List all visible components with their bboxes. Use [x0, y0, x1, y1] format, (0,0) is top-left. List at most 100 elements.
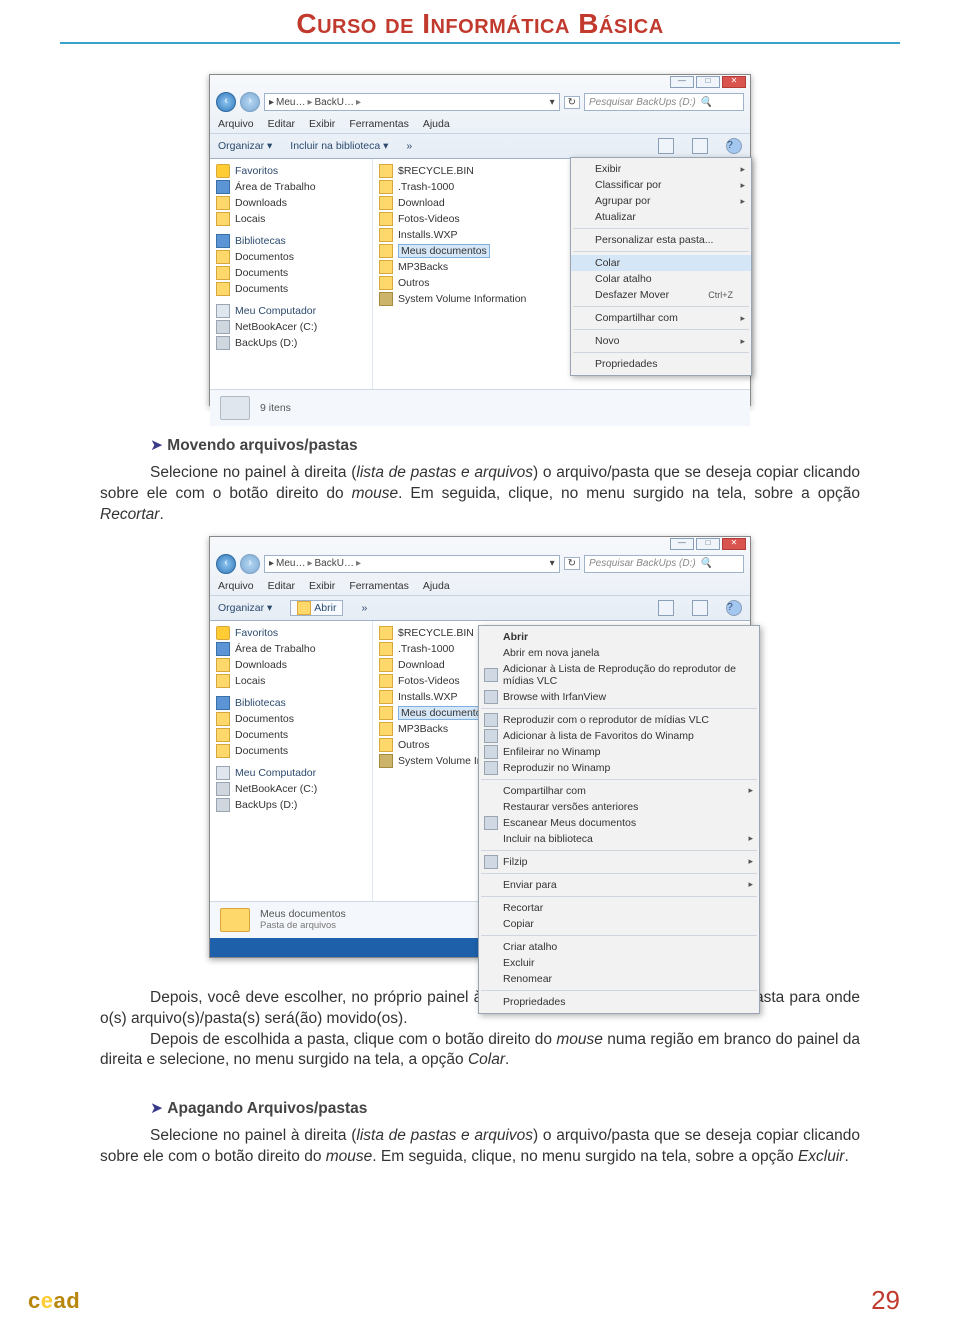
search-input[interactable]: Pesquisar BackUps (D:)🔍 [584, 555, 744, 573]
context-menu-item[interactable]: Propriedades [571, 356, 751, 372]
dropdown-icon[interactable]: ▾ [550, 97, 555, 108]
sidebar-item[interactable]: Documents [235, 283, 288, 295]
sidebar-computer-hdr[interactable]: Meu Computador [235, 767, 316, 779]
context-menu-item[interactable]: Renomear [479, 971, 759, 987]
sidebar-item[interactable]: Downloads [235, 197, 287, 209]
context-menu-item[interactable]: Abrir em nova janela [479, 645, 759, 661]
help-icon[interactable]: ? [726, 600, 742, 616]
organize-button[interactable]: Organizar ▾ [218, 140, 272, 152]
context-menu-item[interactable]: Personalizar esta pasta... [571, 232, 751, 248]
context-menu-item[interactable]: Exibir [571, 161, 751, 177]
file-item[interactable]: Outros [398, 739, 430, 751]
menu-arquivo[interactable]: Arquivo [218, 580, 254, 592]
context-menu-item[interactable]: Compartilhar com [571, 310, 751, 326]
preview-pane-icon[interactable] [692, 600, 708, 616]
sidebar-libraries-hdr[interactable]: Bibliotecas [235, 235, 286, 247]
context-menu-item[interactable]: Enfileirar no Winamp [479, 744, 759, 760]
menu-ferramentas[interactable]: Ferramentas [349, 580, 409, 592]
more-button[interactable]: » [361, 602, 367, 614]
breadcrumb[interactable]: ▸ Meu…▸ BackU…▸ ▾ [264, 555, 560, 573]
maximize-button[interactable]: □ [696, 76, 720, 88]
file-item[interactable]: .Trash-1000 [398, 181, 454, 193]
sidebar-favorites-hdr[interactable]: Favoritos [235, 165, 278, 177]
context-menu-item[interactable]: Abrir [479, 629, 759, 645]
context-menu-item[interactable]: Enviar para [479, 877, 759, 893]
context-menu-item[interactable]: Reproduzir com o reprodutor de mídias VL… [479, 712, 759, 728]
context-menu-item[interactable]: Browse with IrfanView [479, 689, 759, 705]
search-input[interactable]: Pesquisar BackUps (D:) 🔍 [584, 93, 744, 111]
file-item[interactable]: Installs.WXP [398, 691, 458, 703]
file-item[interactable]: Installs.WXP [398, 229, 458, 241]
sidebar-item[interactable]: Documentos [235, 251, 294, 263]
context-menu-item[interactable]: Novo [571, 333, 751, 349]
file-item[interactable]: $RECYCLE.BIN [398, 165, 474, 177]
more-button[interactable]: » [406, 140, 412, 152]
close-button[interactable]: ✕ [722, 538, 746, 550]
sidebar-item[interactable]: Locais [235, 213, 265, 225]
minimize-button[interactable]: — [670, 538, 694, 550]
file-item[interactable]: MP3Backs [398, 261, 448, 273]
preview-pane-icon[interactable] [692, 138, 708, 154]
menu-exibir[interactable]: Exibir [309, 580, 335, 592]
sidebar-item[interactable]: Documents [235, 267, 288, 279]
menu-ajuda[interactable]: Ajuda [423, 580, 450, 592]
context-menu[interactable]: AbrirAbrir em nova janelaAdicionar à Lis… [478, 625, 760, 1014]
context-menu-item[interactable]: Copiar [479, 916, 759, 932]
sidebar-item[interactable]: BackUps (D:) [235, 799, 297, 811]
menu-ferramentas[interactable]: Ferramentas [349, 118, 409, 130]
sidebar-libraries-hdr[interactable]: Bibliotecas [235, 697, 286, 709]
context-menu-item[interactable]: Compartilhar com [479, 783, 759, 799]
context-menu-item[interactable]: Classificar por [571, 177, 751, 193]
sidebar-item[interactable]: Locais [235, 675, 265, 687]
back-button[interactable]: ‹ [216, 554, 236, 574]
file-item[interactable]: MP3Backs [398, 723, 448, 735]
breadcrumb[interactable]: ▸ Meu… ▸ BackU… ▸ ▾ [264, 93, 560, 111]
refresh-button[interactable]: ↻ [564, 96, 580, 109]
view-icon[interactable] [658, 600, 674, 616]
context-menu-item[interactable]: Recortar [479, 900, 759, 916]
context-menu-item[interactable]: Agrupar por [571, 193, 751, 209]
sidebar-item[interactable]: BackUps (D:) [235, 337, 297, 349]
file-item[interactable]: Fotos-Videos [398, 213, 460, 225]
file-item-selected[interactable]: Meus documentos [398, 244, 490, 258]
context-menu-item[interactable]: Excluir [479, 955, 759, 971]
context-menu-item[interactable]: Atualizar [571, 209, 751, 225]
context-menu-item[interactable]: Filzip [479, 854, 759, 870]
refresh-button[interactable]: ↻ [564, 557, 580, 570]
menu-editar[interactable]: Editar [268, 118, 295, 130]
menu-editar[interactable]: Editar [268, 580, 295, 592]
file-item[interactable]: Download [398, 659, 445, 671]
sidebar-item[interactable]: Documents [235, 745, 288, 757]
context-menu-item[interactable]: Adicionar à Lista de Reprodução do repro… [479, 661, 759, 689]
file-item[interactable]: System Volume In [398, 755, 483, 767]
file-item[interactable]: .Trash-1000 [398, 643, 454, 655]
menu-ajuda[interactable]: Ajuda [423, 118, 450, 130]
organize-button[interactable]: Organizar ▾ [218, 602, 272, 614]
file-item[interactable]: System Volume Information [398, 293, 526, 305]
context-menu-item[interactable]: Restaurar versões anteriores [479, 799, 759, 815]
sidebar-favorites-hdr[interactable]: Favoritos [235, 627, 278, 639]
back-button[interactable]: ‹ [216, 92, 236, 112]
context-menu-item[interactable]: Desfazer MoverCtrl+Z [571, 287, 751, 303]
forward-button[interactable]: › [240, 92, 260, 112]
open-button[interactable]: Abrir [290, 600, 343, 616]
close-button[interactable]: ✕ [722, 76, 746, 88]
sidebar-item[interactable]: NetBookAcer (C:) [235, 783, 317, 795]
sidebar-item[interactable]: Documents [235, 729, 288, 741]
context-menu-item[interactable]: Reproduzir no Winamp [479, 760, 759, 776]
view-icon[interactable] [658, 138, 674, 154]
menu-arquivo[interactable]: Arquivo [218, 118, 254, 130]
file-item[interactable]: $RECYCLE.BIN [398, 627, 474, 639]
file-item[interactable]: Outros [398, 277, 430, 289]
context-menu-item[interactable]: Colar atalho [571, 271, 751, 287]
sidebar-item[interactable]: Área de Trabalho [235, 643, 316, 655]
sidebar-item[interactable]: Documentos [235, 713, 294, 725]
maximize-button[interactable]: □ [696, 538, 720, 550]
forward-button[interactable]: › [240, 554, 260, 574]
include-library-button[interactable]: Incluir na biblioteca ▾ [290, 140, 388, 152]
context-menu[interactable]: ExibirClassificar porAgrupar porAtualiza… [570, 157, 752, 376]
sidebar-computer-hdr[interactable]: Meu Computador [235, 305, 316, 317]
context-menu-item[interactable]: Criar atalho [479, 939, 759, 955]
file-item[interactable]: Download [398, 197, 445, 209]
context-menu-item[interactable]: Escanear Meus documentos [479, 815, 759, 831]
